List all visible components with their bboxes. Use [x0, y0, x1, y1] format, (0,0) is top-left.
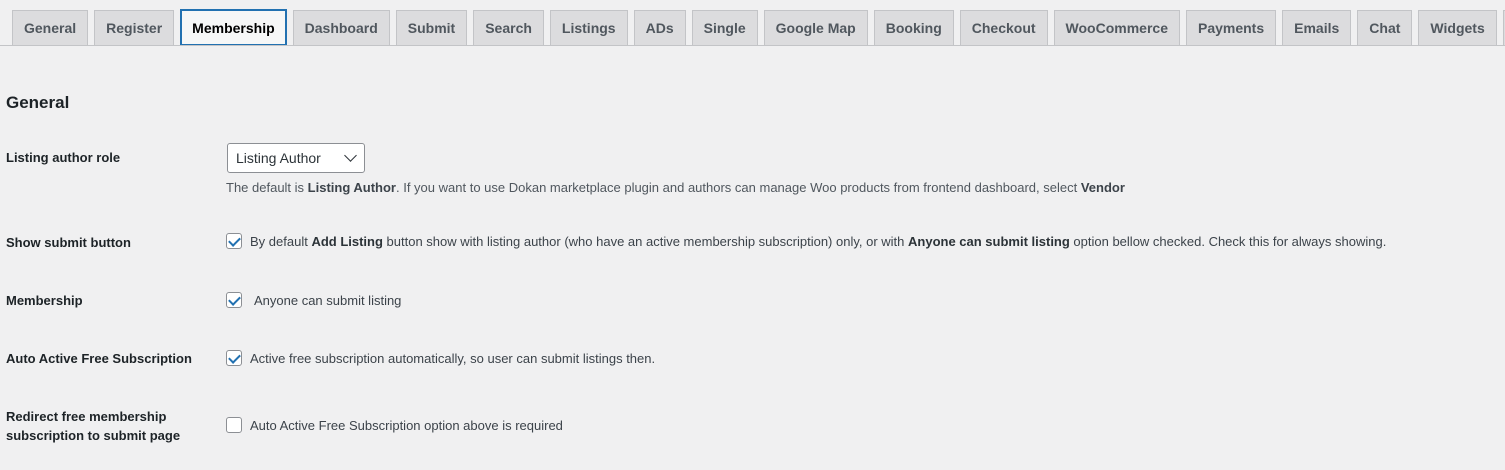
- tab-dashboard[interactable]: Dashboard: [292, 10, 390, 45]
- redirect-label-line2: subscription to submit page: [6, 428, 181, 443]
- tab-ads[interactable]: ADs: [633, 10, 686, 45]
- desc-text: option bellow checked. Check this for al…: [1069, 233, 1387, 249]
- author-role-select[interactable]: Listing Author: [227, 143, 365, 173]
- desc-text: . If you want to use Dokan marketplace p…: [396, 180, 1081, 195]
- anyone-can-submit-text: Anyone can submit listing: [254, 292, 402, 308]
- desc-bold: Anyone can submit listing: [908, 233, 1070, 249]
- tab-chat[interactable]: Chat: [1357, 10, 1413, 45]
- show-submit-description: By default Add Listing button show with …: [250, 234, 1386, 249]
- membership-option: Anyone can submit listing: [226, 292, 401, 308]
- tab-payments[interactable]: Payments: [1185, 10, 1277, 45]
- desc-text: The default is: [226, 180, 308, 195]
- tab-checkout[interactable]: Checkout: [959, 10, 1048, 45]
- auto-active-option: Active free subscription automatically, …: [226, 350, 655, 366]
- desc-text: By default: [250, 233, 312, 249]
- show-submit-label: Show submit button: [6, 235, 131, 250]
- tab-booking[interactable]: Booking: [873, 10, 954, 45]
- tab-google-map[interactable]: Google Map: [763, 10, 868, 45]
- tab-submit[interactable]: Submit: [395, 10, 468, 45]
- redirect-text: Auto Active Free Subscription option abo…: [250, 417, 563, 433]
- redirect-label-line1: Redirect free membership: [6, 409, 167, 424]
- desc-bold: Listing Author: [307, 180, 396, 195]
- redirect-checkbox[interactable]: [226, 417, 242, 433]
- settings-tabs: General Register Membership Dashboard Submit…: [12, 9, 1505, 45]
- desc-text: button show with listing author (who hav…: [382, 233, 909, 249]
- membership-label: Membership: [6, 293, 83, 308]
- author-role-selected-value: Listing Author: [236, 150, 321, 166]
- auto-active-label: Auto Active Free Subscription: [6, 351, 192, 366]
- tab-search[interactable]: Search: [473, 10, 544, 45]
- tab-woocommerce[interactable]: WooCommerce: [1053, 10, 1180, 45]
- settings-tab-bar: General Register Membership Dashboard Submit…: [0, 0, 1505, 46]
- section-title: General: [6, 93, 70, 112]
- tab-membership[interactable]: Membership: [180, 9, 287, 45]
- tab-register[interactable]: Register: [94, 10, 175, 45]
- chevron-down-icon: [344, 149, 357, 162]
- desc-bold: Vendor: [1080, 180, 1125, 195]
- tab-single[interactable]: Single: [691, 10, 758, 45]
- tab-general[interactable]: General: [12, 10, 89, 45]
- desc-bold: Add Listing: [311, 233, 383, 249]
- author-role-description: The default is Listing Author. If you wa…: [226, 180, 1125, 195]
- show-submit-checkbox[interactable]: [226, 233, 242, 249]
- redirect-option: Auto Active Free Subscription option abo…: [226, 417, 563, 433]
- tab-widgets[interactable]: Widgets: [1418, 10, 1497, 45]
- author-role-label: Listing author role: [6, 150, 121, 165]
- anyone-can-submit-checkbox[interactable]: [226, 292, 242, 308]
- tab-listings[interactable]: Listings: [549, 10, 628, 45]
- show-submit-option: By default Add Listing button show with …: [226, 233, 1386, 249]
- auto-active-text: Active free subscription automatically, …: [250, 350, 656, 366]
- redirect-label: Redirect free membership subscription to…: [6, 407, 216, 445]
- auto-active-checkbox[interactable]: [226, 350, 242, 366]
- tab-emails[interactable]: Emails: [1282, 10, 1352, 45]
